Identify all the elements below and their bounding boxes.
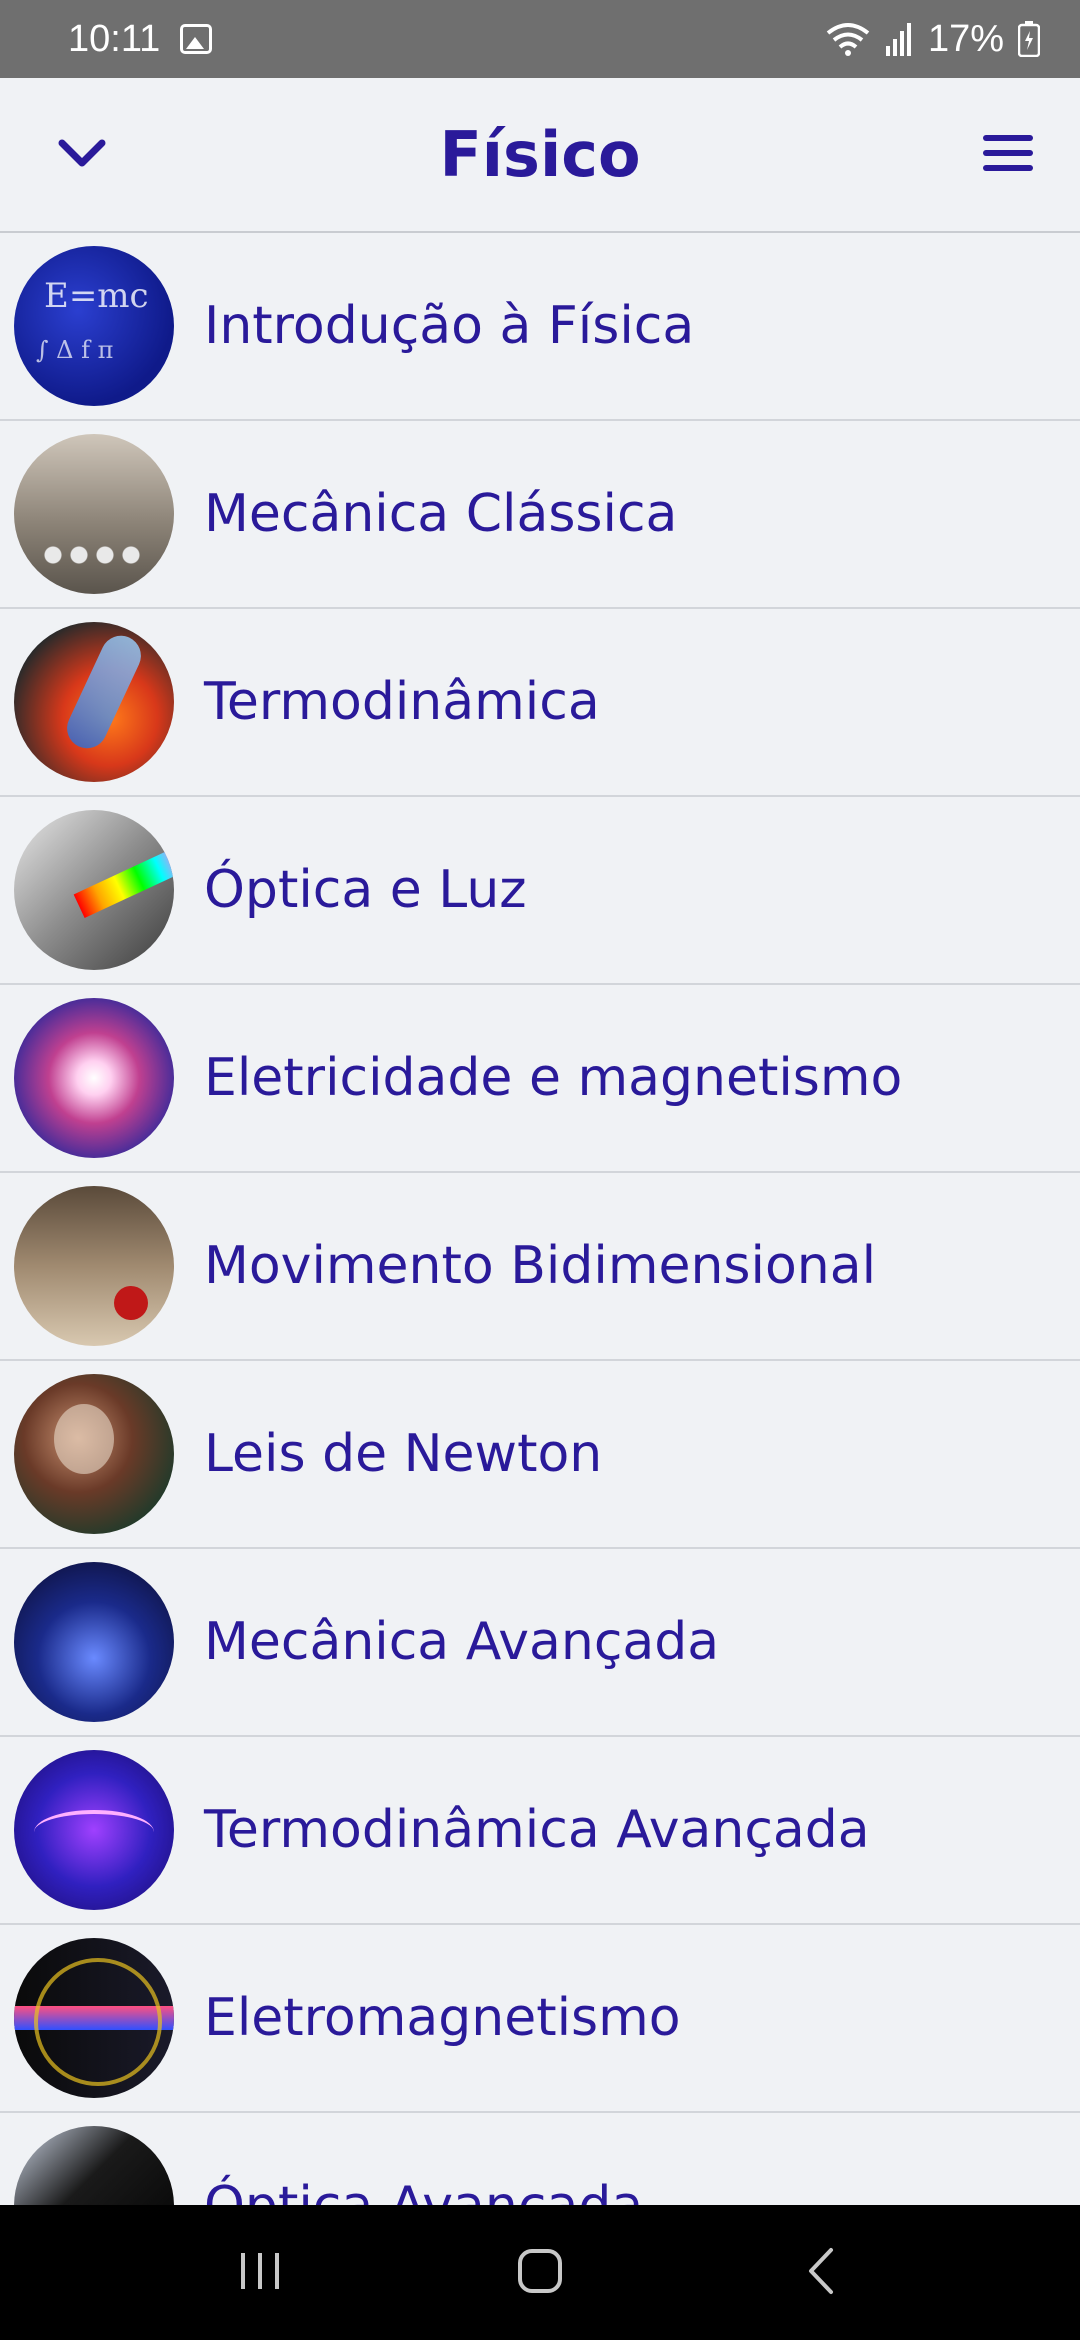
- back-button[interactable]: [775, 2228, 865, 2318]
- battery-percent: 17%: [927, 17, 1004, 60]
- topic-thumbnail: [14, 998, 174, 1158]
- app-header: Físico: [0, 78, 1080, 233]
- topic-label: Termodinâmica Avançada: [204, 1800, 870, 1860]
- list-item[interactable]: Leis de Newton: [0, 1361, 1080, 1549]
- topic-thumbnail: [14, 246, 174, 406]
- list-item[interactable]: Introdução à Física: [0, 233, 1080, 421]
- topic-label: Termodinâmica: [204, 672, 600, 732]
- topic-label: Introdução à Física: [204, 296, 695, 356]
- list-item[interactable]: Termodinâmica: [0, 609, 1080, 797]
- topic-thumbnail: [14, 1374, 174, 1534]
- recent-apps-button[interactable]: [215, 2228, 305, 2318]
- wifi-icon: [826, 21, 870, 57]
- topic-thumbnail: [14, 1186, 174, 1346]
- signal-icon: [884, 22, 914, 56]
- hamburger-menu-icon: [981, 133, 1035, 177]
- topic-thumbnail: [14, 1750, 174, 1910]
- home-icon: [515, 2246, 565, 2300]
- list-item[interactable]: Óptica Avançada: [0, 2113, 1080, 2205]
- list-item[interactable]: Eletricidade e magnetismo: [0, 985, 1080, 1173]
- topic-label: Mecânica Clássica: [204, 484, 678, 544]
- topic-thumbnail: [14, 622, 174, 782]
- topic-thumbnail: [14, 810, 174, 970]
- menu-button[interactable]: [972, 123, 1044, 187]
- list-item[interactable]: Movimento Bidimensional: [0, 1173, 1080, 1361]
- recent-apps-icon: [237, 2249, 283, 2297]
- chevron-down-icon: [57, 138, 107, 172]
- topic-thumbnail: [14, 2126, 174, 2205]
- list-item[interactable]: Óptica e Luz: [0, 797, 1080, 985]
- status-bar: 10:11 17%: [0, 0, 1080, 78]
- system-nav-bar: [0, 2205, 1080, 2340]
- list-item[interactable]: Eletromagnetismo: [0, 1925, 1080, 2113]
- topic-label: Leis de Newton: [204, 1424, 603, 1484]
- gallery-icon: [180, 24, 213, 54]
- battery-icon: [1018, 21, 1040, 57]
- topic-label: Óptica e Luz: [204, 860, 527, 920]
- page-title: Físico: [439, 118, 641, 191]
- status-time: 10:11: [68, 17, 161, 60]
- topic-label: Óptica Avançada: [204, 2176, 643, 2205]
- list-item[interactable]: Mecânica Clássica: [0, 421, 1080, 609]
- topic-label: Mecânica Avançada: [204, 1612, 720, 1672]
- topic-thumbnail: [14, 434, 174, 594]
- topic-thumbnail: [14, 1562, 174, 1722]
- collapse-button[interactable]: [50, 123, 114, 187]
- topic-label: Movimento Bidimensional: [204, 1236, 877, 1296]
- list-item[interactable]: Termodinâmica Avançada: [0, 1737, 1080, 1925]
- topic-label: Eletromagnetismo: [204, 1988, 681, 2048]
- topic-list[interactable]: Introdução à Física Mecânica Clássica Te…: [0, 233, 1080, 2205]
- home-button[interactable]: [495, 2228, 585, 2318]
- list-item[interactable]: Mecânica Avançada: [0, 1549, 1080, 1737]
- topic-label: Eletricidade e magnetismo: [204, 1048, 903, 1108]
- topic-thumbnail: [14, 1938, 174, 2098]
- status-indicators: 17%: [826, 18, 1040, 61]
- back-icon: [803, 2246, 837, 2300]
